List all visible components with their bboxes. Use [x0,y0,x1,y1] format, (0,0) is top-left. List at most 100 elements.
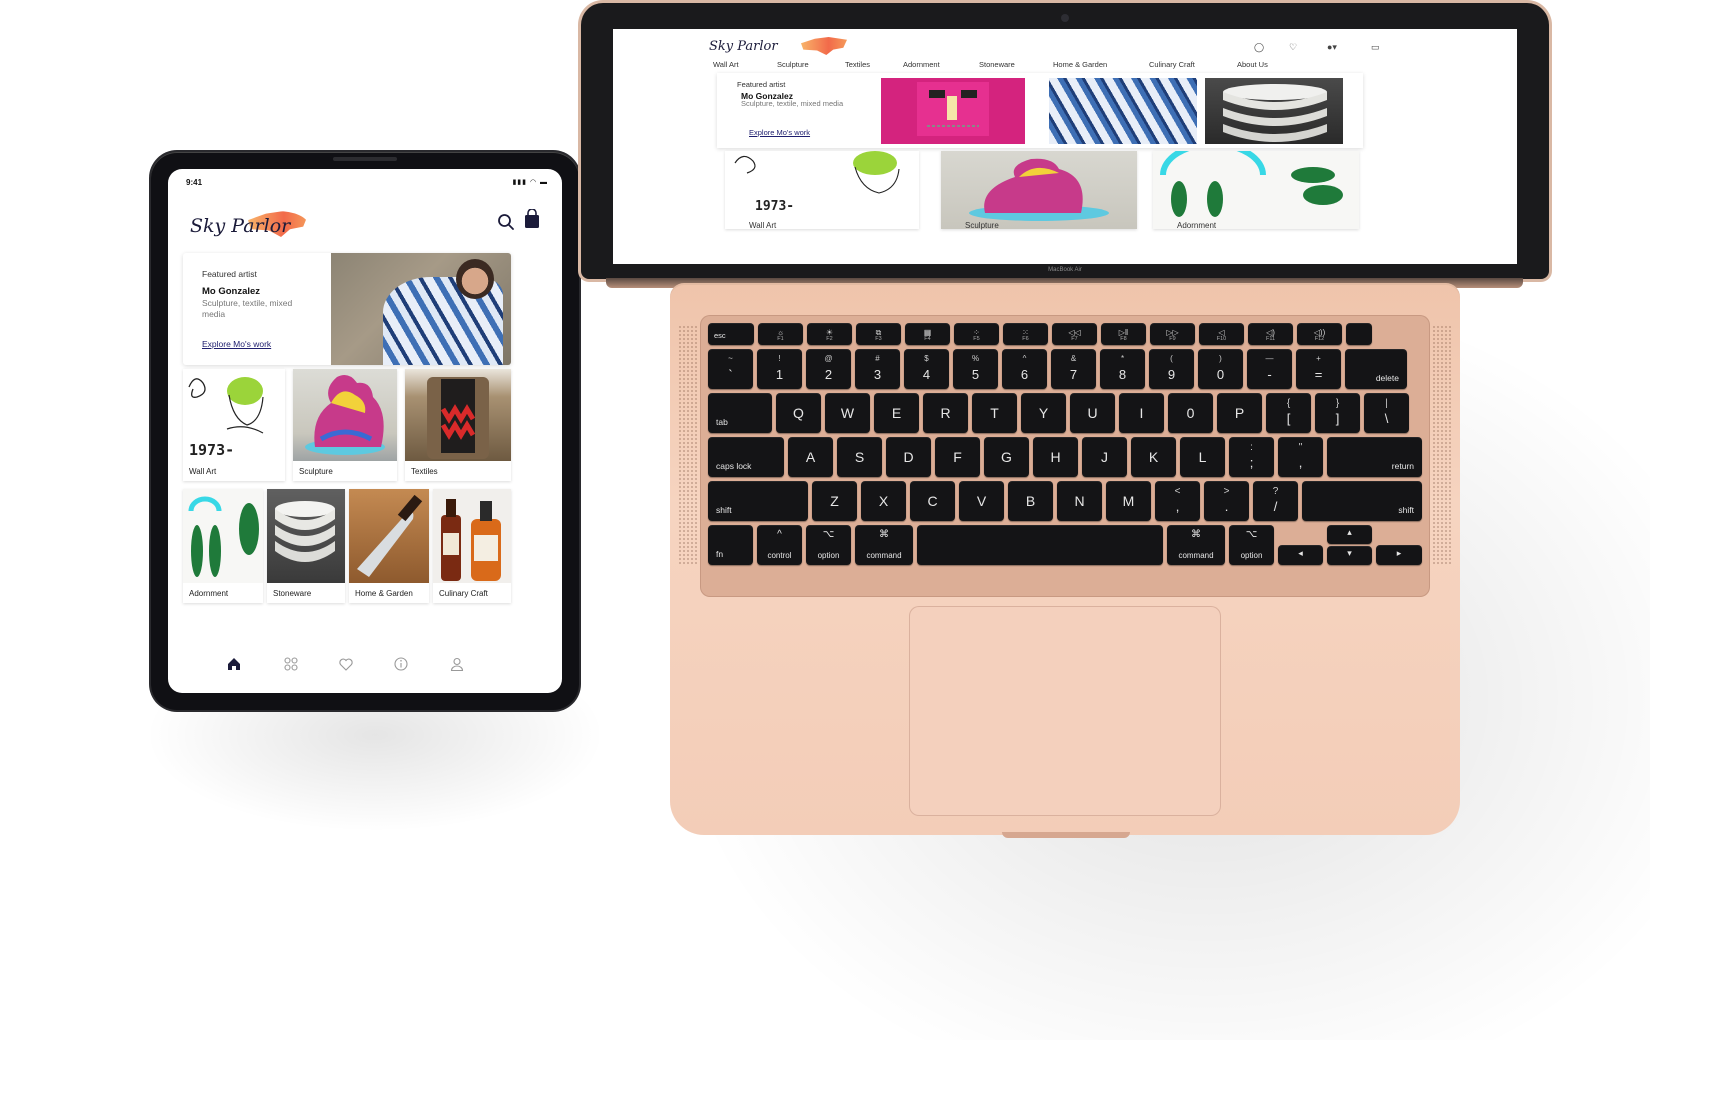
f7-key[interactable]: ◁◁ F7 [1052,323,1097,345]
f11-key[interactable]: ◁) F11 [1248,323,1293,345]
key-bracket-1[interactable]: }] [1315,393,1360,433]
command-left-key[interactable]: ⌘ command [855,525,913,565]
key-c[interactable]: C [910,481,955,521]
f1-key[interactable]: ☼ F1 [758,323,803,345]
category-tile-textiles[interactable]: Textiles [405,369,511,481]
key-angle-0[interactable]: <, [1155,481,1200,521]
arrow-up-key[interactable]: ▴ [1327,525,1372,544]
web-heart-icon[interactable]: ♡ [1289,42,1297,53]
category-tile-culinary-craft[interactable]: Culinary Craft [433,489,511,603]
key-8[interactable]: * 8 [1100,349,1145,389]
key-9[interactable]: (9 [1149,349,1194,389]
return-key[interactable]: return [1327,437,1422,477]
key-sym12[interactable]: + = [1296,349,1341,389]
info-icon[interactable] [393,656,409,672]
control-key[interactable]: ^ control [757,525,802,565]
f10-key[interactable]: ◁ F10 [1199,323,1244,345]
key-0[interactable]: 0 [1168,393,1213,433]
key-v[interactable]: V [959,481,1004,521]
key-angle-1[interactable]: >. [1204,481,1249,521]
shopping-bag-icon[interactable] [523,209,541,229]
key-sym11[interactable]: — - [1247,349,1292,389]
shift-left-key[interactable]: shift [708,481,808,521]
key-a[interactable]: A [788,437,833,477]
web-nav-culinary-craft[interactable]: Culinary Craft [1149,60,1195,69]
f9-key[interactable]: ▷▷ F9 [1150,323,1195,345]
key-bracket-2[interactable]: | \ [1364,393,1409,433]
web-category-wall-art[interactable]: 1973- Wall Art [725,151,919,230]
touch-id-key[interactable] [1346,323,1372,345]
key-x[interactable]: X [861,481,906,521]
web-search-icon[interactable]: ◯ [1254,42,1264,53]
option-right-key[interactable]: ⌥ option [1229,525,1274,565]
caps-lock-key[interactable]: caps lock [708,437,784,477]
key-p[interactable]: P [1217,393,1262,433]
explore-artist-link[interactable]: Explore Mo's work [202,339,271,349]
web-category-adornment[interactable]: Adornment [1153,141,1359,230]
web-featured-artist-card[interactable]: Featured artist Mo Gonzalez Sculpture, t… [717,73,1363,148]
fn-key[interactable]: fn [708,525,753,565]
key-r[interactable]: R [923,393,968,433]
command-right-key[interactable]: ⌘ command [1167,525,1225,565]
web-nav-adornment[interactable]: Adornment [903,60,940,69]
key-punct-1[interactable]: ", [1278,437,1323,477]
web-nav-stoneware[interactable]: Stoneware [979,60,1015,69]
f4-key[interactable]: ▦ F4 [905,323,950,345]
key-n[interactable]: N [1057,481,1102,521]
option-left-key[interactable]: ⌥ option [806,525,851,565]
key-u[interactable]: U [1070,393,1115,433]
category-tile-stoneware[interactable]: Stoneware [267,489,345,603]
f8-key[interactable]: ▷‖ F8 [1101,323,1146,345]
f12-key[interactable]: ◁)) F12 [1297,323,1342,345]
f6-key[interactable]: ⁙ F6 [1003,323,1048,345]
arrow-down-key[interactable]: ▾ [1327,546,1372,565]
key-6[interactable]: ^ 6 [1002,349,1047,389]
key-f[interactable]: F [935,437,980,477]
featured-artist-card[interactable]: Featured artist Mo Gonzalez Sculpture, t… [183,253,511,365]
key-i[interactable]: I [1119,393,1164,433]
arrow-left-key[interactable]: ◂ [1278,545,1323,565]
key-m[interactable]: M [1106,481,1151,521]
key-w[interactable]: W [825,393,870,433]
tab-key[interactable]: tab [708,393,772,433]
key-angle-2[interactable]: ? / [1253,481,1298,521]
f3-key[interactable]: ⧉ F3 [856,323,901,345]
key-e[interactable]: E [874,393,919,433]
key-0[interactable]: ) 0 [1198,349,1243,389]
f2-key[interactable]: ☀ F2 [807,323,852,345]
key-7[interactable]: & 7 [1051,349,1096,389]
key-y[interactable]: Y [1021,393,1066,433]
web-avatar-icon[interactable]: ●▾ [1327,42,1337,53]
key-k[interactable]: K [1131,437,1176,477]
key-j[interactable]: J [1082,437,1127,477]
key-2[interactable]: @2 [806,349,851,389]
user-icon[interactable] [449,656,465,672]
category-tile-home-garden[interactable]: Home & Garden [349,489,429,603]
grid-icon[interactable] [283,656,299,672]
heart-icon[interactable] [338,656,354,672]
key-sym0[interactable]: ~ ` [708,349,753,389]
web-category-sculpture[interactable]: Sculpture [941,151,1137,230]
key-bracket-0[interactable]: {[ [1266,393,1311,433]
web-nav-about-us[interactable]: About Us [1237,60,1268,69]
key-z[interactable]: Z [812,481,857,521]
key-g[interactable]: G [984,437,1029,477]
category-tile-adornment[interactable]: Adornment [183,489,263,603]
web-nav-sculpture[interactable]: Sculpture [777,60,809,69]
f5-key[interactable]: ⁘ F5 [954,323,999,345]
key-d[interactable]: D [886,437,931,477]
web-brand-logo[interactable]: Sky Parlor [709,36,859,58]
key-q[interactable]: Q [776,393,821,433]
key-b[interactable]: B [1008,481,1053,521]
web-explore-artist-link[interactable]: Explore Mo's work [749,128,810,137]
key-s[interactable]: S [837,437,882,477]
key-1[interactable]: ! 1 [757,349,802,389]
spacebar-key[interactable] [917,525,1163,565]
key-5[interactable]: % 5 [953,349,998,389]
delete-key[interactable]: delete [1345,349,1407,389]
category-tile-wall-art[interactable]: 1973- Wall Art [183,369,285,481]
key-punct-0[interactable]: :; [1229,437,1274,477]
home-icon[interactable] [226,656,242,672]
trackpad[interactable] [909,606,1221,816]
shift-right-key[interactable]: shift [1302,481,1422,521]
